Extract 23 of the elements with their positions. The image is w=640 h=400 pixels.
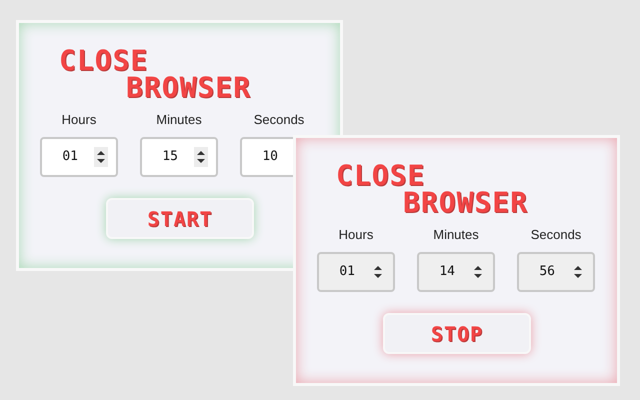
field-value: 14 xyxy=(439,263,455,282)
title-text: BROWSER xyxy=(403,189,528,216)
number-field[interactable]: 56 xyxy=(517,252,595,292)
title-text: CLOSE xyxy=(336,162,426,189)
field-label: Seconds xyxy=(530,226,582,244)
spinner-icon[interactable] xyxy=(194,147,208,167)
spinner-icon[interactable] xyxy=(94,147,108,167)
number-field[interactable]: 01 xyxy=(40,137,118,177)
number-field[interactable]: 15 xyxy=(140,137,218,177)
number-field[interactable]: 14 xyxy=(417,252,495,292)
field-value: 01 xyxy=(339,263,355,282)
field-label: Seconds xyxy=(254,111,304,129)
field-value: 15 xyxy=(162,148,178,166)
number-field[interactable]: 01 xyxy=(317,252,395,292)
field-value: 56 xyxy=(539,263,555,282)
field-value: 01 xyxy=(62,148,78,166)
field-label: Minutes xyxy=(433,226,479,244)
title-text: BROWSER xyxy=(126,74,252,101)
title-text: CLOSE xyxy=(59,47,148,74)
field-label: Hours xyxy=(338,226,374,244)
field-label: Minutes xyxy=(156,111,202,129)
field-label: Hours xyxy=(62,111,96,129)
field-value: 10 xyxy=(262,148,278,166)
